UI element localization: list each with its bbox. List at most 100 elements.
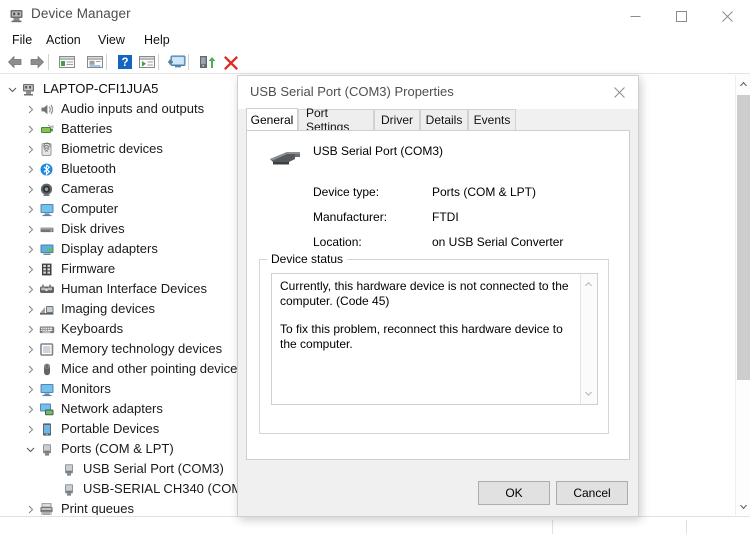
chevron-right-icon[interactable] (22, 205, 38, 214)
scroll-down-icon[interactable] (736, 498, 750, 515)
status-bar (0, 516, 750, 537)
menu-item-help[interactable]: Help (140, 32, 174, 48)
close-button[interactable] (704, 0, 750, 32)
uninstall-device-icon[interactable] (220, 51, 242, 73)
status-scroll-down-icon[interactable] (581, 386, 596, 402)
tree-node-label: Mice and other pointing devices (61, 361, 244, 376)
scroll-thumb[interactable] (737, 95, 750, 380)
chevron-right-icon[interactable] (22, 185, 38, 194)
tree-node[interactable]: USB Serial Port (COM3) (0, 459, 224, 479)
chevron-right-icon[interactable] (22, 325, 38, 334)
tree-node-label: Computer (61, 201, 119, 216)
chevron-right-icon[interactable] (22, 365, 38, 374)
disk-drive-icon (38, 221, 56, 237)
tree-node-label: Keyboards (61, 321, 124, 336)
tree-node-label: USB-SERIAL CH340 (COM4) (83, 481, 254, 496)
tree-node[interactable]: Network adapters (0, 399, 163, 419)
tree-node[interactable]: Ports (COM & LPT) (0, 439, 174, 459)
status-separator (552, 520, 553, 534)
chevron-right-icon[interactable] (22, 125, 38, 134)
device-status-textbox[interactable]: Currently, this hardware device is not c… (271, 273, 598, 405)
tree-node-label: Ports (COM & LPT) (61, 441, 174, 456)
tree-node[interactable]: Monitors (0, 379, 111, 399)
chevron-right-icon[interactable] (22, 105, 38, 114)
chevron-right-icon[interactable] (22, 285, 38, 294)
chevron-right-icon[interactable] (22, 425, 38, 434)
tree-node[interactable]: Batteries (0, 119, 112, 139)
chevron-right-icon[interactable] (22, 305, 38, 314)
tab-events[interactable]: Events (468, 109, 516, 130)
properties-icon[interactable] (84, 51, 106, 73)
menu-item-view[interactable]: View (94, 32, 129, 48)
cancel-button[interactable]: Cancel (556, 481, 628, 505)
display-adapter-icon (38, 241, 56, 257)
chevron-right-icon[interactable] (22, 165, 38, 174)
tab-details[interactable]: Details (420, 109, 468, 130)
menu-item-action[interactable]: Action (42, 32, 85, 48)
forward-icon[interactable] (26, 51, 48, 73)
minimize-button[interactable] (612, 0, 658, 32)
tree-node-label: Audio inputs and outputs (61, 101, 205, 116)
keyboard-icon (38, 321, 56, 337)
tree-node-label: USB Serial Port (COM3) (83, 461, 224, 476)
bluetooth-icon (38, 161, 56, 177)
mouse-icon (38, 361, 56, 377)
toolbar-separator (158, 54, 159, 70)
tree-node[interactable]: Firmware (0, 259, 115, 279)
printer-queue-icon (38, 501, 56, 515)
chevron-right-icon[interactable] (22, 225, 38, 234)
tree-node-label: Memory technology devices (61, 341, 223, 356)
help-icon[interactable]: ? (114, 51, 136, 73)
show-hidden-icon[interactable] (56, 51, 78, 73)
status-separator (686, 520, 687, 534)
tree-node[interactable]: USB-SERIAL CH340 (COM4) (0, 479, 254, 499)
tree-node[interactable]: Portable Devices (0, 419, 159, 439)
tab-general[interactable]: General (246, 108, 298, 130)
chevron-down-icon[interactable] (4, 85, 20, 94)
tree-vertical-scrollbar[interactable] (735, 75, 750, 515)
tree-node[interactable]: Biometric devices (0, 139, 163, 159)
tree-node[interactable]: Keyboards (0, 319, 123, 339)
chevron-right-icon[interactable] (22, 385, 38, 394)
tree-node[interactable]: Disk drives (0, 219, 125, 239)
update-driver-icon[interactable] (136, 51, 158, 73)
chevron-down-icon[interactable] (22, 445, 38, 454)
location-value: on USB Serial Converter (432, 235, 564, 249)
tree-node-label: Cameras (61, 181, 114, 196)
device-name: USB Serial Port (COM3) (313, 144, 444, 158)
tree-node[interactable]: Cameras (0, 179, 114, 199)
tree-node[interactable]: Audio inputs and outputs (0, 99, 204, 119)
tree-node[interactable]: Memory technology devices (0, 339, 222, 359)
back-icon[interactable] (4, 51, 26, 73)
tree-node[interactable]: Print queues (0, 499, 134, 515)
tree-node[interactable]: LAPTOP-CFI1JUA5 (0, 79, 158, 99)
scan-hardware-icon[interactable] (166, 51, 188, 73)
tree-node[interactable]: Bluetooth (0, 159, 116, 179)
tree-node[interactable]: Display adapters (0, 239, 158, 259)
tab-driver[interactable]: Driver (374, 109, 420, 130)
ok-button[interactable]: OK (478, 481, 550, 505)
tree-node[interactable]: Imaging devices (0, 299, 155, 319)
status-scrollbar[interactable] (580, 274, 597, 404)
memory-card-icon (38, 341, 56, 357)
tree-node-label: Monitors (61, 381, 111, 396)
tree-node[interactable]: Human Interface Devices (0, 279, 207, 299)
chevron-right-icon[interactable] (22, 145, 38, 154)
tab-port-settings[interactable]: Port Settings (298, 106, 374, 134)
chevron-right-icon[interactable] (22, 245, 38, 254)
maximize-button[interactable] (658, 0, 704, 32)
chevron-right-icon[interactable] (22, 345, 38, 354)
chevron-right-icon[interactable] (22, 505, 38, 514)
tree-node[interactable]: Mice and other pointing devices (0, 359, 244, 379)
chevron-right-icon[interactable] (22, 265, 38, 274)
chevron-right-icon[interactable] (22, 405, 38, 414)
tree-node[interactable]: Computer (0, 199, 118, 219)
menu-item-file[interactable]: File (8, 32, 36, 48)
dialog-title: USB Serial Port (COM3) Properties (250, 84, 454, 99)
dialog-close-button[interactable] (600, 76, 638, 109)
scroll-up-icon[interactable] (736, 75, 750, 92)
add-legacy-icon[interactable] (196, 51, 218, 73)
device-status-label: Device status (267, 252, 348, 266)
status-scroll-up-icon[interactable] (581, 276, 596, 292)
manufacturer-label: Manufacturer: (313, 210, 388, 224)
